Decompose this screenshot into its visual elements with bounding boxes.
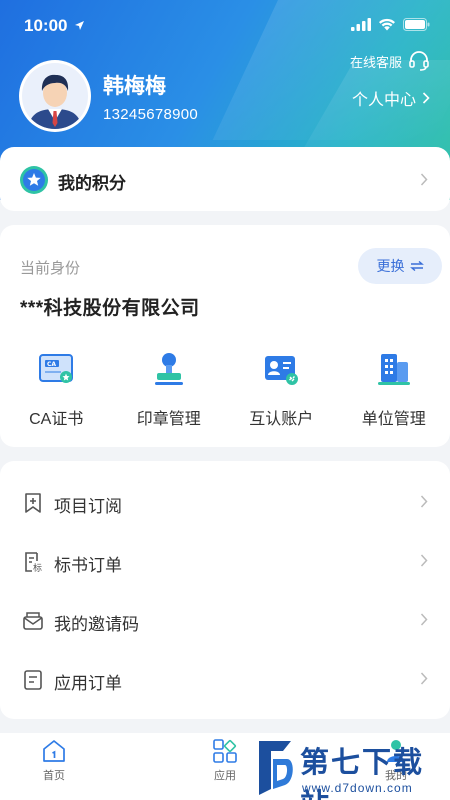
status-icons xyxy=(351,18,430,31)
online-service-button[interactable]: 在线客服 xyxy=(350,50,430,72)
my-points-card[interactable]: 我的积分 xyxy=(0,147,450,211)
points-star-icon xyxy=(20,166,48,194)
mutual-account-label: 互认账户 xyxy=(249,411,314,428)
seal-management-button[interactable]: 印章管理 xyxy=(113,347,226,429)
headset-icon xyxy=(409,51,429,71)
menu-item-app-orders[interactable]: 应用订单 xyxy=(0,650,450,709)
bookmark-plus-icon xyxy=(25,493,41,513)
switch-identity-button[interactable]: 更换 xyxy=(358,248,442,284)
signal-icon xyxy=(351,18,371,31)
menu-item-invitation-code[interactable]: 我的邀请码 xyxy=(0,591,450,650)
switch-identity-label: 更换 xyxy=(376,258,405,274)
wifi-icon xyxy=(379,18,395,31)
chevron-right-icon xyxy=(420,554,428,567)
chevron-right-icon xyxy=(420,495,428,508)
svg-text:CA: CA xyxy=(47,361,56,368)
identity-card: 当前身份 更换 ***科技股份有限公司 CA CA证书 印章管理 互认账户 单位… xyxy=(0,225,450,447)
personal-center-label: 个人中心 xyxy=(351,92,416,109)
my-points-label: 我的积分 xyxy=(58,174,126,193)
ca-certificate-icon: CA xyxy=(39,354,74,383)
home-icon xyxy=(43,740,65,762)
tender-document-icon: 标 xyxy=(25,552,42,573)
avatar-person-icon xyxy=(22,63,88,129)
user-name: 韩梅梅 xyxy=(103,75,166,98)
menu-list: 项目订阅 标 标书订单 我的邀请码 应用订单 xyxy=(0,461,450,719)
watermark-logo-icon xyxy=(259,741,293,795)
status-bar: 10:00 xyxy=(0,0,450,52)
organization-icon xyxy=(377,354,410,385)
order-list-icon xyxy=(24,670,42,690)
chevron-right-icon xyxy=(422,92,430,104)
menu-item-label: 项目订阅 xyxy=(54,497,122,516)
chevron-right-icon xyxy=(420,173,428,186)
seal-icon xyxy=(154,353,183,385)
ca-certificate-label: CA证书 xyxy=(29,411,84,428)
envelope-icon xyxy=(23,612,43,630)
menu-item-label: 我的邀请码 xyxy=(54,615,139,634)
organization-management-button[interactable]: 单位管理 xyxy=(338,347,450,429)
swap-icon xyxy=(409,261,424,271)
user-phone: 13245678900 xyxy=(103,106,199,123)
svg-text:标: 标 xyxy=(33,562,42,573)
battery-icon xyxy=(403,18,430,31)
identity-actions: CA CA证书 印章管理 互认账户 单位管理 xyxy=(0,347,450,429)
online-service-label: 在线客服 xyxy=(349,54,402,70)
menu-item-project-subscription[interactable]: 项目订阅 xyxy=(0,473,450,532)
tab-home-label: 首页 xyxy=(43,770,65,782)
site-watermark: 第七下载站 www.d7down.com xyxy=(255,735,450,800)
personal-center-link[interactable]: 个人中心 xyxy=(352,86,430,110)
company-name: ***科技股份有限公司 xyxy=(20,298,200,319)
mutual-account-button[interactable]: 互认账户 xyxy=(225,347,338,429)
menu-item-label: 标书订单 xyxy=(54,556,122,575)
mutual-account-icon xyxy=(265,356,299,385)
current-identity-label: 当前身份 xyxy=(20,260,81,277)
tab-apps-label: 应用 xyxy=(214,770,236,782)
tab-home[interactable]: 首页 xyxy=(24,738,84,783)
chevron-right-icon xyxy=(420,613,428,626)
avatar[interactable] xyxy=(19,60,91,132)
status-time: 10:00 xyxy=(24,16,68,35)
apps-icon xyxy=(213,739,237,763)
watermark-url: www.d7down.com xyxy=(302,781,413,795)
menu-item-label: 应用订单 xyxy=(54,674,122,693)
ca-certificate-button[interactable]: CA CA证书 xyxy=(0,347,113,429)
tab-apps[interactable]: 应用 xyxy=(195,738,255,783)
location-arrow-icon xyxy=(75,21,84,30)
seal-management-label: 印章管理 xyxy=(136,411,201,428)
chevron-right-icon xyxy=(420,672,428,685)
menu-item-tender-orders[interactable]: 标 标书订单 xyxy=(0,532,450,591)
organization-management-label: 单位管理 xyxy=(361,411,426,428)
